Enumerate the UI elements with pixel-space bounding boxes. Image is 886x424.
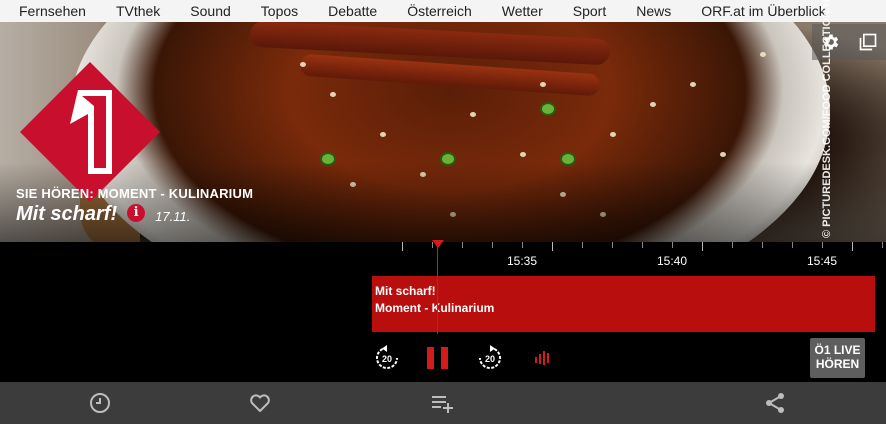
broadcast-date: 17.11. xyxy=(155,209,191,224)
nav-link-debatte[interactable]: Debatte xyxy=(328,3,377,19)
timeline-tick xyxy=(612,242,613,248)
popout-window-icon[interactable] xyxy=(858,32,878,52)
nav-link-orf-overview[interactable]: ORF.at im Überblick xyxy=(701,3,825,19)
now-playing-title: Mit scharf! xyxy=(16,203,118,225)
photo-credit: © PICTUREDESK.COM/FOOD COLLECTION/HEIDI … xyxy=(821,0,833,238)
program-block[interactable]: Mit scharf! Moment - Kulinarium xyxy=(372,276,875,332)
live-button-line2: HÖREN xyxy=(815,357,860,371)
timeline-tick xyxy=(642,242,643,248)
nav-link-wetter[interactable]: Wetter xyxy=(502,3,543,19)
pause-icon[interactable] xyxy=(426,347,450,369)
top-navigation: Fernsehen TVthek Sound Topos Debatte Öst… xyxy=(0,0,886,22)
timeline-tick xyxy=(672,242,673,248)
timeline-tick xyxy=(882,242,883,248)
timeline-tick xyxy=(732,242,733,248)
nav-link-sport[interactable]: Sport xyxy=(573,3,606,19)
oe1-logo-icon[interactable] xyxy=(20,62,160,202)
volume-bars-icon[interactable] xyxy=(534,349,550,367)
timeline-tick xyxy=(402,242,403,251)
svg-text:20: 20 xyxy=(485,354,495,364)
timeline-tick xyxy=(552,242,553,251)
info-icon[interactable]: i xyxy=(127,203,146,222)
timeline-label: 15:45 xyxy=(807,254,838,268)
program-title: Mit scharf! xyxy=(375,284,436,298)
radio-player-page: { "nav": { "items": ["Fernsehen", "TVthe… xyxy=(0,0,886,424)
timeline-tick xyxy=(702,242,703,251)
timeline-tick xyxy=(492,242,493,248)
timeline-tick xyxy=(522,242,523,248)
now-playing-info: Sie hören: Moment - Kulinarium Mit schar… xyxy=(16,186,253,226)
nav-link-news[interactable]: News xyxy=(636,3,671,19)
timeline-tick xyxy=(462,242,463,248)
nav-link-fernsehen[interactable]: Fernsehen xyxy=(19,3,86,19)
playhead-handle[interactable] xyxy=(432,240,444,248)
now-playing-kicker: Sie hören: Moment - Kulinarium xyxy=(16,186,254,201)
nav-link-topos[interactable]: Topos xyxy=(261,3,298,19)
playhead[interactable] xyxy=(437,242,438,334)
nav-link-oesterreich[interactable]: Österreich xyxy=(407,3,472,19)
playlist-add-icon[interactable] xyxy=(430,391,454,415)
live-listen-button[interactable]: Ö1 LIVE HÖREN xyxy=(810,338,865,378)
timeline-tick xyxy=(792,242,793,248)
live-button-line1: Ö1 LIVE xyxy=(814,343,861,357)
heart-icon[interactable] xyxy=(248,391,272,415)
rewind-20-icon[interactable]: 20 xyxy=(373,344,401,372)
timeline-tick xyxy=(762,242,763,248)
timeline-tick xyxy=(852,242,853,251)
timeline-tick xyxy=(582,242,583,248)
nav-link-sound[interactable]: Sound xyxy=(190,3,230,19)
program-subtitle: Moment - Kulinarium xyxy=(375,301,495,315)
svg-text:20: 20 xyxy=(382,354,392,364)
history-icon[interactable] xyxy=(88,391,112,415)
bottom-toolbar xyxy=(0,382,886,424)
timeline-ticks xyxy=(372,242,886,252)
share-icon[interactable] xyxy=(763,391,787,415)
timeline-label: 15:40 xyxy=(657,254,688,268)
timeline-tick xyxy=(822,242,823,248)
forward-20-icon[interactable]: 20 xyxy=(476,344,504,372)
timeline-label: 15:35 xyxy=(507,254,538,268)
player-controls: 20 20 xyxy=(0,334,886,382)
nav-link-tvthek[interactable]: TVthek xyxy=(116,3,160,19)
